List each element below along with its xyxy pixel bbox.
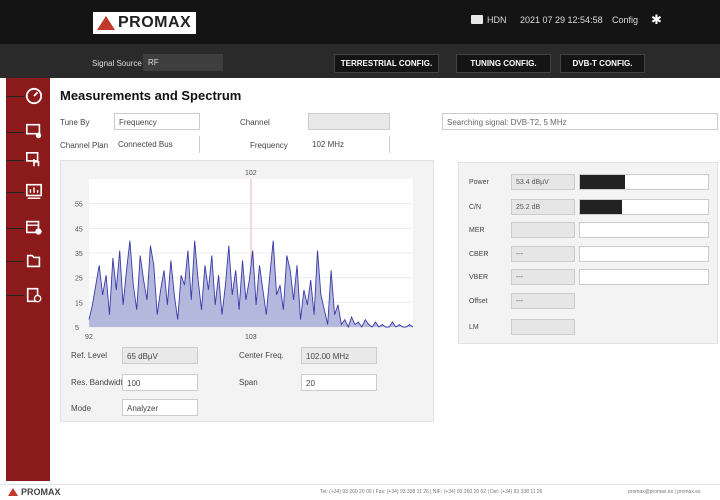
sidebar-pointer-line bbox=[6, 132, 24, 133]
mode-select[interactable]: Analyzer bbox=[122, 399, 198, 416]
page-title: Measurements and Spectrum bbox=[60, 88, 242, 103]
y-tick-label: 35 bbox=[75, 251, 83, 258]
cn-level-fill bbox=[580, 200, 623, 214]
screen-settings-icon[interactable] bbox=[24, 122, 44, 140]
cber-level-bar bbox=[579, 246, 709, 262]
datetime: 2021 07 29 12:54:58 bbox=[520, 15, 603, 25]
calendar-icon[interactable] bbox=[24, 218, 44, 236]
offset-label: Offset bbox=[469, 298, 488, 305]
promax-logo: PROMAX bbox=[93, 12, 196, 34]
logo-triangle-icon bbox=[97, 16, 115, 30]
footer: PROMAX Tel: (+34) 93 260 20 00 | Fax: (+… bbox=[0, 484, 720, 500]
channel-label: Channel bbox=[240, 118, 270, 127]
mer-level-bar bbox=[579, 222, 709, 238]
x-label-bottom-center: 103 bbox=[245, 334, 257, 341]
vber-value: --- bbox=[511, 269, 575, 285]
sidebar-pointer-line bbox=[6, 228, 24, 229]
frequency-label: Frequency bbox=[250, 141, 288, 150]
x-label-top-center: 102 bbox=[245, 170, 257, 177]
mer-value bbox=[511, 222, 575, 238]
footer-email[interactable]: promax@promax.es | promax.es bbox=[628, 489, 701, 495]
ref-level-label: Ref. Level bbox=[71, 351, 108, 360]
sidebar-pointer-line bbox=[6, 192, 24, 193]
footer-logo-text: PROMAX bbox=[21, 487, 61, 497]
channel-plan-value[interactable]: Connected Bus bbox=[114, 136, 200, 153]
res-bandwidth-field[interactable]: 100 bbox=[122, 374, 198, 391]
folder-icon[interactable] bbox=[471, 15, 483, 24]
y-tick-label: 45 bbox=[75, 226, 83, 233]
res-bandwidth-label: Res. Bandwidth bbox=[71, 378, 128, 387]
cn-value: 25.2 dB bbox=[511, 199, 575, 215]
span-label: Span bbox=[239, 378, 258, 387]
ref-level-field[interactable]: 65 dBµV bbox=[122, 347, 198, 364]
dvbt-config-button[interactable]: DVB-T CONFIG. bbox=[560, 54, 645, 73]
x-label-left: 92 bbox=[85, 334, 93, 341]
sidebar-pointer-line bbox=[6, 261, 24, 262]
y-tick-label: 55 bbox=[75, 202, 83, 209]
spectrum-icon[interactable] bbox=[24, 182, 44, 200]
frequency-value[interactable]: 102 MHz bbox=[308, 136, 390, 153]
mode-label: Mode bbox=[71, 404, 92, 413]
signal-source-label: Signal Source bbox=[92, 59, 142, 68]
footer-logo-triangle-icon bbox=[8, 488, 18, 496]
spectrum-panel: 55 45 35 25 15 5 102 92 103 Ref. Level 65 dBµV C… bbox=[60, 160, 434, 422]
vber-label: VBER bbox=[469, 274, 489, 281]
lm-value bbox=[511, 319, 575, 335]
signal-status: Searching signal: DVB-T2, 5 MHz bbox=[442, 113, 718, 130]
offset-value: --- bbox=[511, 293, 575, 309]
mer-label: MER bbox=[469, 227, 485, 234]
cn-level-bar bbox=[579, 199, 709, 215]
center-freq-label: Center Freq. bbox=[239, 351, 284, 360]
span-field[interactable]: 20 bbox=[301, 374, 377, 391]
y-tick-label: 15 bbox=[75, 300, 83, 307]
clipboard-clock-icon[interactable] bbox=[24, 286, 44, 304]
touch-icon[interactable] bbox=[24, 151, 44, 169]
folder-icon[interactable] bbox=[24, 252, 44, 270]
speedometer-icon[interactable] bbox=[24, 87, 44, 105]
channel-field[interactable] bbox=[308, 113, 390, 130]
power-level-bar bbox=[579, 174, 709, 190]
sidebar bbox=[6, 78, 50, 481]
y-tick-label: 5 bbox=[75, 325, 79, 332]
y-tick-label: 25 bbox=[75, 276, 83, 283]
gear-icon[interactable]: ✱ bbox=[651, 12, 662, 28]
footer-logo: PROMAX bbox=[8, 487, 61, 497]
vber-level-bar bbox=[579, 269, 709, 285]
measurements-panel: Power 53.4 dBµV C/N 25.2 dB MER CBER ---… bbox=[458, 162, 718, 344]
sidebar-pointer-line bbox=[6, 96, 24, 97]
cn-label: C/N bbox=[469, 204, 482, 211]
center-freq-field[interactable]: 102.00 MHz bbox=[301, 347, 377, 364]
signal-source-select[interactable]: RF bbox=[143, 54, 223, 71]
channel-plan-label: Channel Plan bbox=[60, 141, 109, 150]
sidebar-pointer-line bbox=[6, 295, 24, 296]
sidebar-pointer-line bbox=[6, 160, 24, 161]
folder-label[interactable]: HDN bbox=[487, 15, 507, 25]
lm-label: LM bbox=[469, 324, 479, 331]
tune-by-select[interactable]: Frequency bbox=[114, 113, 200, 130]
tune-by-label: Tune By bbox=[60, 118, 90, 127]
terrestrial-config-button[interactable]: TERRESTRIAL CONFIG. bbox=[334, 54, 439, 73]
power-value: 53.4 dBµV bbox=[511, 174, 575, 190]
cber-value: --- bbox=[511, 246, 575, 262]
footer-contact: Tel: (+34) 93 260 20 00 | Fax: (+34) 93 … bbox=[320, 489, 543, 495]
power-level-fill bbox=[580, 175, 625, 189]
config-label[interactable]: Config bbox=[612, 15, 638, 25]
cber-label: CBER bbox=[469, 251, 489, 258]
power-label: Power bbox=[469, 179, 489, 186]
tuning-config-button[interactable]: TUNING CONFIG. bbox=[456, 54, 551, 73]
logo-text: PROMAX bbox=[118, 14, 192, 31]
